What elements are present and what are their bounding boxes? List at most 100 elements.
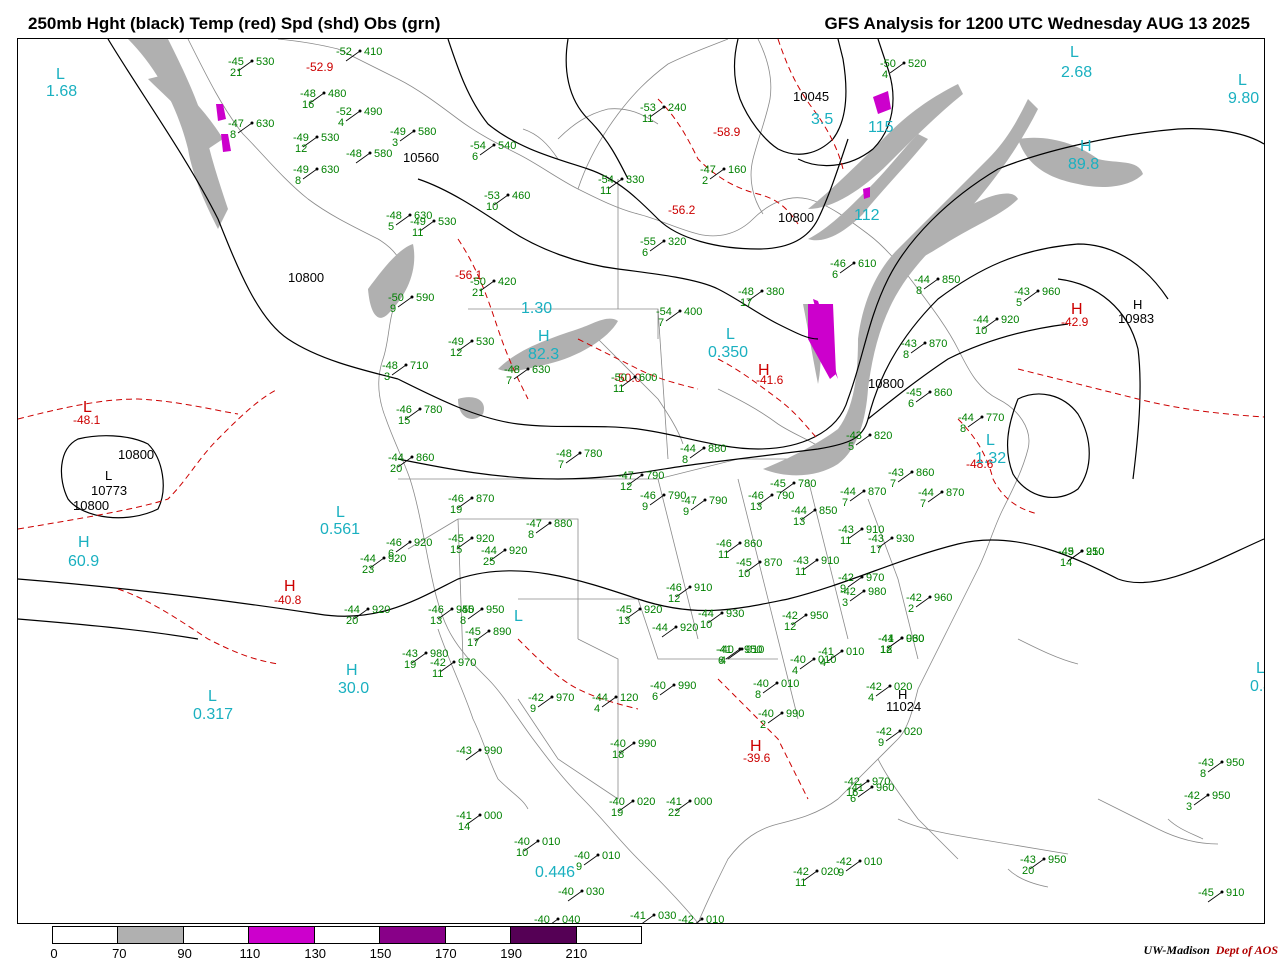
obs-height: 600 [639, 372, 657, 384]
obs-height: 160 [728, 164, 746, 176]
obs-dewpoint: 4 [882, 69, 888, 81]
station-dot [674, 625, 678, 629]
obs-dewpoint: 6 [908, 398, 914, 410]
obs-height: 630 [532, 364, 550, 376]
station-dot [700, 917, 704, 921]
station-dot [536, 839, 540, 843]
station-dot [492, 143, 496, 147]
obs-dewpoint: 5 [848, 441, 854, 453]
obs-dewpoint: 11 [613, 383, 624, 395]
obs-height: 970 [866, 572, 884, 584]
height-label: 10800 [868, 376, 904, 391]
obs-dewpoint: 11 [795, 566, 806, 578]
obs-dewpoint: 3 [392, 137, 398, 149]
map-title: 250mb Hght (black) Temp (red) Spd (shd) … [28, 14, 441, 33]
station-obs: -43 93017 [868, 533, 914, 556]
station-dot [852, 261, 856, 265]
speed-label: 30.0 [338, 680, 369, 697]
station-dot [860, 527, 864, 531]
obs-dewpoint: 23 [362, 564, 374, 576]
station-dot [722, 167, 726, 171]
station-obs: -42 02011 [793, 866, 839, 889]
obs-height: 790 [709, 495, 727, 507]
station-obs: -50 5204 [880, 58, 926, 81]
obs-height: 120 [620, 692, 638, 704]
station-dot [860, 575, 864, 579]
station-obs: -44 92025 [481, 545, 527, 568]
legend-tick-label: 130 [304, 946, 327, 961]
station-obs: -48 38017 [738, 286, 784, 309]
station-obs: -44 1204 [592, 692, 638, 715]
obs-dewpoint: 3 [384, 371, 390, 383]
station-dot [928, 390, 932, 394]
obs-height: 850 [942, 274, 960, 286]
high-marker: H [538, 328, 550, 345]
obs-height: 580 [418, 126, 436, 138]
obs-height: 630 [256, 118, 274, 130]
obs-height: 880 [708, 443, 726, 455]
obs-dewpoint: 11 [642, 113, 653, 125]
legend-tick-label: 170 [434, 946, 457, 961]
station-obs: -44 92010 [973, 314, 1019, 337]
obs-height: 920 [414, 537, 432, 549]
station-obs: -40 0104 [718, 644, 764, 667]
obs-height: 990 [638, 738, 656, 750]
obs-height: 770 [986, 412, 1004, 424]
legend-swatch [118, 927, 184, 943]
obs-dewpoint: 9 [530, 703, 536, 715]
obs-height: 030 [906, 633, 924, 645]
obs-height: 020 [637, 796, 655, 808]
obs-dewpoint: 11 [840, 535, 851, 547]
obs-dewpoint: 7 [506, 375, 512, 387]
speed-label: 1.68 [46, 83, 77, 100]
speed-label: 1.30 [521, 300, 552, 317]
station-obs: -43 8205 [846, 430, 892, 453]
obs-dewpoint: 10 [700, 619, 712, 631]
legend-tick-label: 110 [239, 946, 261, 961]
station-obs: -45 8606 [906, 387, 952, 410]
low-marker: L [514, 608, 523, 625]
station-dot [315, 135, 319, 139]
station-dot [815, 869, 819, 873]
station-dot [596, 853, 600, 857]
station-dot [1220, 760, 1224, 764]
obs-dewpoint: 6 [472, 151, 478, 163]
obs-height: 030 [586, 886, 604, 898]
obs-dewpoint: 8 [903, 349, 909, 361]
station-dot [813, 508, 817, 512]
obs-dewpoint: 4 [338, 117, 344, 129]
obs-temp: -52 [336, 46, 352, 58]
obs-dewpoint: 6 [652, 691, 658, 703]
obs-height: 870 [929, 338, 947, 350]
height-label: 10800 [118, 447, 154, 462]
obs-temp: -49 [1058, 546, 1074, 558]
station-dot [738, 541, 742, 545]
wind-speed-shading [128, 39, 1143, 476]
station-dot [898, 729, 902, 733]
obs-height: 920 [509, 545, 527, 557]
obs-height: 010 [746, 644, 764, 656]
station-obs: -43 95020 [1020, 854, 1066, 877]
obs-height: 870 [764, 557, 782, 569]
obs-height: 930 [896, 533, 914, 545]
station-obs: -46 91012 [666, 582, 712, 605]
station-obs: -45 53021 [228, 56, 274, 79]
station-dot [980, 415, 984, 419]
obs-height: 920 [1001, 314, 1019, 326]
station-obs: -44 8808 [680, 443, 726, 466]
obs-height: 880 [554, 518, 572, 530]
station-dot [450, 607, 454, 611]
station-dot [940, 490, 944, 494]
obs-height: 780 [584, 448, 602, 460]
station-obs: -44 920 [652, 622, 698, 638]
obs-dewpoint: 17 [467, 637, 479, 649]
speed-label: 0.350 [708, 344, 748, 361]
station-dot [250, 59, 254, 63]
high-marker: H [346, 662, 358, 679]
obs-height: 540 [498, 140, 516, 152]
obs-height: 380 [766, 286, 784, 298]
obs-height: 910 [821, 555, 839, 567]
obs-dewpoint: 8 [960, 423, 966, 435]
station-obs: -41 030 [630, 910, 676, 926]
station-dot [366, 607, 370, 611]
